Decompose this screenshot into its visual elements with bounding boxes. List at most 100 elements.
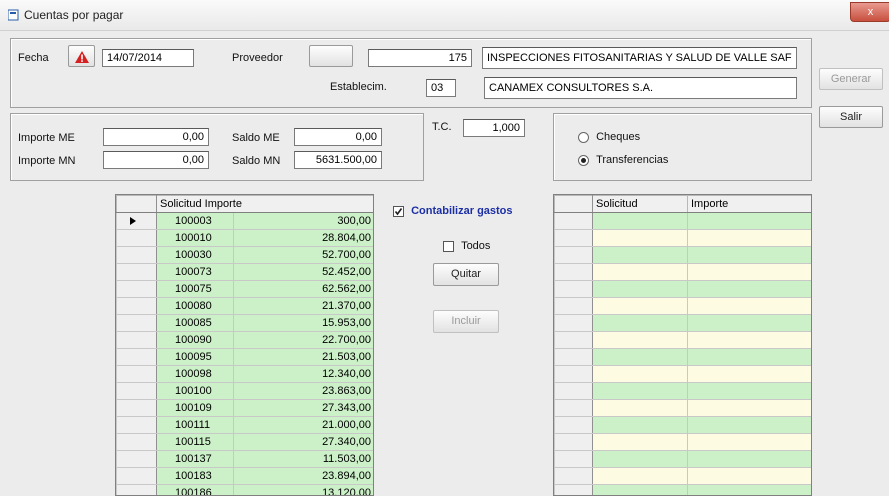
table-row[interactable]: 10001028.804,00 — [117, 230, 374, 247]
solicitud-cell[interactable]: 100003 — [157, 213, 234, 230]
close-button[interactable]: x — [850, 2, 889, 22]
importe-me-field[interactable]: 0,00 — [103, 128, 209, 146]
column-header-solicitud[interactable]: Solicitud — [593, 196, 688, 213]
solicitud-cell[interactable]: 100137 — [157, 451, 234, 468]
solicitud-cell[interactable] — [593, 247, 688, 264]
solicitud-cell[interactable]: 100115 — [157, 434, 234, 451]
solicitud-cell[interactable]: 100073 — [157, 264, 234, 281]
table-row[interactable]: 10003052.700,00 — [117, 247, 374, 264]
incluir-button[interactable]: Incluir — [433, 310, 499, 333]
importe-cell[interactable] — [688, 264, 812, 281]
row-header[interactable] — [555, 298, 593, 315]
column-header-importe[interactable]: Importe — [205, 198, 242, 210]
column-header-importe[interactable]: Importe — [688, 196, 812, 213]
importe-cell[interactable]: 23.894,00 — [234, 468, 374, 485]
importe-cell[interactable] — [688, 315, 812, 332]
solicitud-cell[interactable] — [593, 349, 688, 366]
solicitud-cell[interactable] — [593, 434, 688, 451]
calendar-button[interactable] — [68, 45, 95, 67]
table-row[interactable] — [555, 298, 812, 315]
row-header[interactable] — [117, 315, 157, 332]
table-row[interactable]: 10013711.503,00 — [117, 451, 374, 468]
importe-cell[interactable] — [688, 332, 812, 349]
importe-cell[interactable] — [688, 434, 812, 451]
table-row[interactable]: 10008515.953,00 — [117, 315, 374, 332]
table-row[interactable] — [555, 468, 812, 485]
importe-cell[interactable] — [688, 400, 812, 417]
importe-cell[interactable] — [688, 468, 812, 485]
solicitud-cell[interactable]: 100111 — [157, 417, 234, 434]
solicitud-cell[interactable] — [593, 281, 688, 298]
row-header[interactable] — [117, 298, 157, 315]
importe-cell[interactable]: 27.343,00 — [234, 400, 374, 417]
solicitudes-grid[interactable]: Solicitud Importe 100003300,0010001028.8… — [115, 194, 374, 496]
table-row[interactable] — [555, 434, 812, 451]
seleccion-grid[interactable]: Solicitud Importe — [553, 194, 812, 496]
importe-cell[interactable]: 15.953,00 — [234, 315, 374, 332]
fecha-field[interactable]: 14/07/2014 — [102, 49, 194, 67]
row-header[interactable] — [117, 230, 157, 247]
solicitud-cell[interactable] — [593, 230, 688, 247]
row-header[interactable] — [555, 451, 593, 468]
solicitud-cell[interactable]: 100095 — [157, 349, 234, 366]
table-row[interactable]: 10010023.863,00 — [117, 383, 374, 400]
table-row[interactable]: 10007352.452,00 — [117, 264, 374, 281]
solicitud-cell[interactable] — [593, 417, 688, 434]
importe-cell[interactable] — [688, 349, 812, 366]
importe-cell[interactable]: 21.503,00 — [234, 349, 374, 366]
table-row[interactable] — [555, 417, 812, 434]
table-row[interactable]: 10008021.370,00 — [117, 298, 374, 315]
table-row[interactable]: 10009022.700,00 — [117, 332, 374, 349]
solicitud-cell[interactable] — [593, 400, 688, 417]
contabilizar-check-box[interactable] — [393, 206, 404, 217]
table-row[interactable]: 10011121.000,00 — [117, 417, 374, 434]
importe-cell[interactable]: 28.804,00 — [234, 230, 374, 247]
solicitud-cell[interactable]: 100080 — [157, 298, 234, 315]
solicitud-cell[interactable]: 100186 — [157, 485, 234, 496]
solicitud-cell[interactable]: 100090 — [157, 332, 234, 349]
row-header[interactable] — [117, 417, 157, 434]
row-header[interactable] — [555, 485, 593, 496]
table-row[interactable] — [555, 485, 812, 496]
grid-header[interactable]: Solicitud Importe — [157, 196, 374, 213]
cheques-radio[interactable]: Cheques — [578, 131, 640, 143]
row-header[interactable] — [555, 247, 593, 264]
importe-mn-field[interactable]: 0,00 — [103, 151, 209, 169]
solicitud-cell[interactable] — [593, 485, 688, 496]
solicitud-cell[interactable]: 100183 — [157, 468, 234, 485]
row-header[interactable] — [555, 434, 593, 451]
row-header[interactable] — [117, 468, 157, 485]
table-row[interactable]: 10007562.562,00 — [117, 281, 374, 298]
importe-cell[interactable] — [688, 485, 812, 496]
table-row[interactable]: 10010927.343,00 — [117, 400, 374, 417]
row-header[interactable] — [117, 383, 157, 400]
solicitud-cell[interactable] — [593, 451, 688, 468]
row-header[interactable] — [555, 315, 593, 332]
establecimiento-code-field[interactable]: 03 — [426, 79, 456, 97]
importe-cell[interactable] — [688, 417, 812, 434]
proveedor-lookup-button[interactable] — [309, 45, 353, 67]
importe-cell[interactable]: 300,00 — [234, 213, 374, 230]
table-row[interactable] — [555, 247, 812, 264]
importe-cell[interactable] — [688, 383, 812, 400]
row-header[interactable] — [555, 332, 593, 349]
importe-cell[interactable]: 21.370,00 — [234, 298, 374, 315]
table-row[interactable]: 10009521.503,00 — [117, 349, 374, 366]
table-row[interactable] — [555, 451, 812, 468]
solicitud-cell[interactable]: 100030 — [157, 247, 234, 264]
solicitud-cell[interactable] — [593, 332, 688, 349]
cheques-radio-button[interactable] — [578, 132, 589, 143]
row-header[interactable] — [555, 366, 593, 383]
row-header[interactable] — [555, 468, 593, 485]
solicitud-cell[interactable]: 100098 — [157, 366, 234, 383]
solicitud-cell[interactable]: 100100 — [157, 383, 234, 400]
table-row[interactable] — [555, 213, 812, 230]
transferencias-radio[interactable]: Transferencias — [578, 154, 668, 166]
importe-cell[interactable]: 21.000,00 — [234, 417, 374, 434]
importe-cell[interactable]: 11.503,00 — [234, 451, 374, 468]
table-row[interactable] — [555, 281, 812, 298]
proveedor-code-field[interactable]: 175 — [368, 49, 472, 67]
row-header[interactable] — [555, 264, 593, 281]
tc-field[interactable]: 1,000 — [463, 119, 525, 137]
row-header[interactable] — [117, 451, 157, 468]
